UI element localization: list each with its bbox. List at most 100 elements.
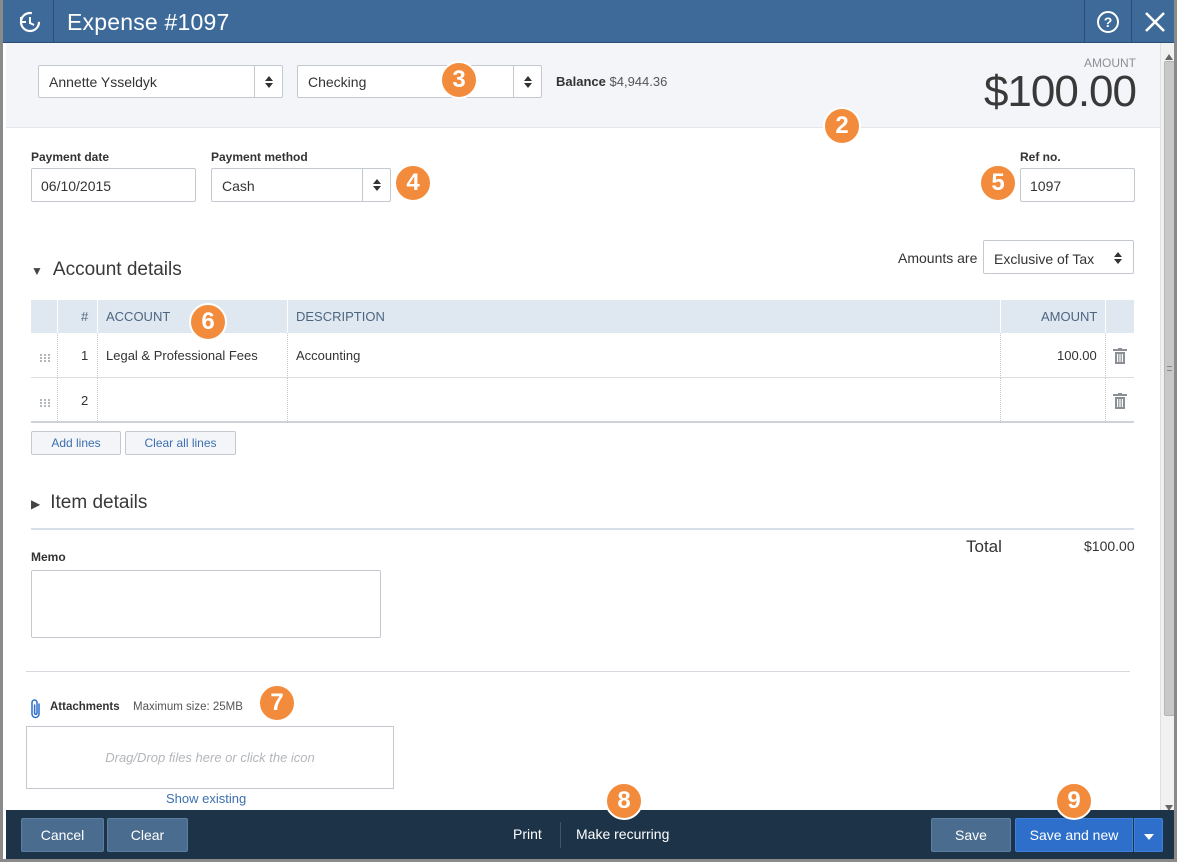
- dropzone-hint: Drag/Drop files here or click the icon: [105, 750, 315, 765]
- table-row[interactable]: 1 Legal & Professional Fees Accounting 1…: [31, 333, 1134, 378]
- row-number: 1: [81, 348, 89, 363]
- save-button[interactable]: Save: [931, 818, 1011, 852]
- column-divider: [287, 378, 288, 423]
- footer-bar: Cancel Clear Print Make recurring Save S…: [6, 810, 1174, 859]
- updown-arrow-icon: [513, 66, 541, 97]
- footer-divider: [560, 822, 561, 848]
- updown-arrow-icon: [254, 66, 282, 97]
- titlebar-divider: [53, 0, 54, 43]
- row-number: 2: [81, 393, 89, 408]
- column-divider: [97, 300, 98, 333]
- section-divider: [26, 671, 1130, 672]
- cancel-button[interactable]: Cancel: [21, 818, 104, 852]
- print-link[interactable]: Print: [513, 826, 542, 842]
- column-divider: [287, 300, 288, 333]
- row-description[interactable]: Accounting: [296, 348, 360, 363]
- account-value: Checking: [308, 74, 367, 90]
- account-select[interactable]: Checking: [297, 65, 542, 98]
- row-account[interactable]: Legal & Professional Fees: [106, 348, 258, 363]
- attachments-dropzone[interactable]: Drag/Drop files here or click the icon: [26, 726, 394, 789]
- column-divider: [287, 333, 288, 378]
- payee-value: Annette Ysseldyk: [49, 74, 157, 90]
- section-divider: [31, 528, 1134, 530]
- account-details-title: Account details: [52, 259, 182, 280]
- column-header-amount: AMOUNT: [1041, 309, 1098, 324]
- expand-triangle-icon: ▶: [31, 497, 41, 511]
- ref-no-value: 1097: [1030, 178, 1062, 194]
- clear-all-lines-button[interactable]: Clear all lines: [125, 431, 236, 455]
- callout-badge: 2: [823, 107, 861, 145]
- callout-badge: 3: [440, 61, 478, 99]
- payment-method-select[interactable]: Cash: [211, 168, 391, 202]
- amounts-are-value: Exclusive of Tax: [994, 251, 1095, 267]
- clear-button[interactable]: Clear: [107, 818, 188, 852]
- drag-handle-icon[interactable]: [39, 395, 51, 407]
- column-divider: [1105, 300, 1106, 333]
- column-header-account: ACCOUNT: [106, 309, 171, 324]
- make-recurring-link[interactable]: Make recurring: [576, 826, 669, 842]
- callout-badge: 5: [979, 164, 1017, 202]
- column-divider: [57, 333, 58, 378]
- row-amount[interactable]: 100.00: [1057, 348, 1097, 363]
- thumb-grip-icon: [1167, 366, 1172, 371]
- window-title: Expense #1097: [67, 9, 230, 35]
- recent-transactions-icon[interactable]: [13, 8, 47, 36]
- column-divider: [1000, 378, 1001, 423]
- paperclip-icon[interactable]: [28, 698, 44, 725]
- trash-icon[interactable]: [1113, 348, 1127, 369]
- amounts-are-label: Amounts are: [898, 250, 978, 266]
- total-value: $100.00: [1084, 538, 1135, 554]
- callout-badge: 7: [258, 684, 296, 722]
- total-label: Total: [966, 537, 1002, 556]
- collapse-triangle-icon: ▼: [31, 264, 43, 278]
- svg-text:?: ?: [1104, 14, 1113, 30]
- column-divider: [1105, 333, 1106, 378]
- payment-date-label: Payment date: [31, 150, 110, 164]
- save-options-dropdown[interactable]: [1134, 818, 1163, 852]
- payment-date-value: 06/10/2015: [41, 178, 112, 194]
- payee-select[interactable]: Annette Ysseldyk: [38, 65, 283, 98]
- vertical-scrollbar[interactable]: [1160, 43, 1174, 811]
- updown-arrow-icon: [362, 169, 390, 201]
- item-details-title: Item details: [50, 492, 148, 513]
- callout-badge: 9: [1055, 782, 1093, 820]
- amounts-are-select[interactable]: Exclusive of Tax: [983, 240, 1134, 274]
- memo-textarea[interactable]: [31, 570, 381, 638]
- payment-method-label: Payment method: [211, 150, 308, 164]
- item-details-toggle[interactable]: ▶ Item details: [31, 492, 147, 514]
- account-details-toggle[interactable]: ▼ Account details: [31, 259, 182, 281]
- payment-date-input[interactable]: 06/10/2015: [31, 168, 196, 202]
- chevron-down-icon: [1143, 827, 1154, 843]
- scrollbar-thumb[interactable]: [1164, 61, 1174, 716]
- drag-handle-icon[interactable]: [39, 350, 51, 362]
- callout-badge: 6: [189, 303, 227, 341]
- memo-label: Memo: [31, 550, 66, 564]
- column-divider: [1105, 378, 1106, 423]
- column-divider: [57, 300, 58, 333]
- column-header-description: DESCRIPTION: [296, 309, 385, 324]
- column-header-number: #: [81, 309, 89, 324]
- attachments-label: Attachments: [50, 701, 120, 713]
- expense-window: Expense #1097 ? Annette Ysseldyk Checkin…: [0, 0, 1177, 862]
- callout-badge: 4: [394, 164, 432, 202]
- trash-icon[interactable]: [1113, 393, 1127, 414]
- balance: Balance $4,944.36: [556, 74, 667, 89]
- ref-no-input[interactable]: 1097: [1020, 168, 1135, 202]
- table-row[interactable]: 2: [31, 378, 1134, 423]
- payment-method-value: Cash: [222, 178, 255, 194]
- column-divider: [97, 333, 98, 378]
- attachments-max-size: Maximum size: 25MB: [133, 701, 243, 713]
- save-and-new-button[interactable]: Save and new: [1015, 818, 1133, 852]
- updown-arrow-icon: [1113, 251, 1123, 270]
- callout-badge: 8: [605, 782, 643, 820]
- add-lines-button[interactable]: Add lines: [31, 431, 121, 455]
- balance-value: $4,944.36: [609, 74, 668, 89]
- balance-label: Balance: [556, 74, 606, 89]
- column-divider: [57, 378, 58, 423]
- amount-value: $100.00: [983, 67, 1137, 116]
- help-icon[interactable]: ?: [1085, 0, 1131, 43]
- show-existing-link[interactable]: Show existing: [166, 791, 246, 806]
- close-icon[interactable]: [1132, 0, 1174, 43]
- column-divider: [1000, 333, 1001, 378]
- ref-no-label: Ref no.: [1020, 150, 1061, 164]
